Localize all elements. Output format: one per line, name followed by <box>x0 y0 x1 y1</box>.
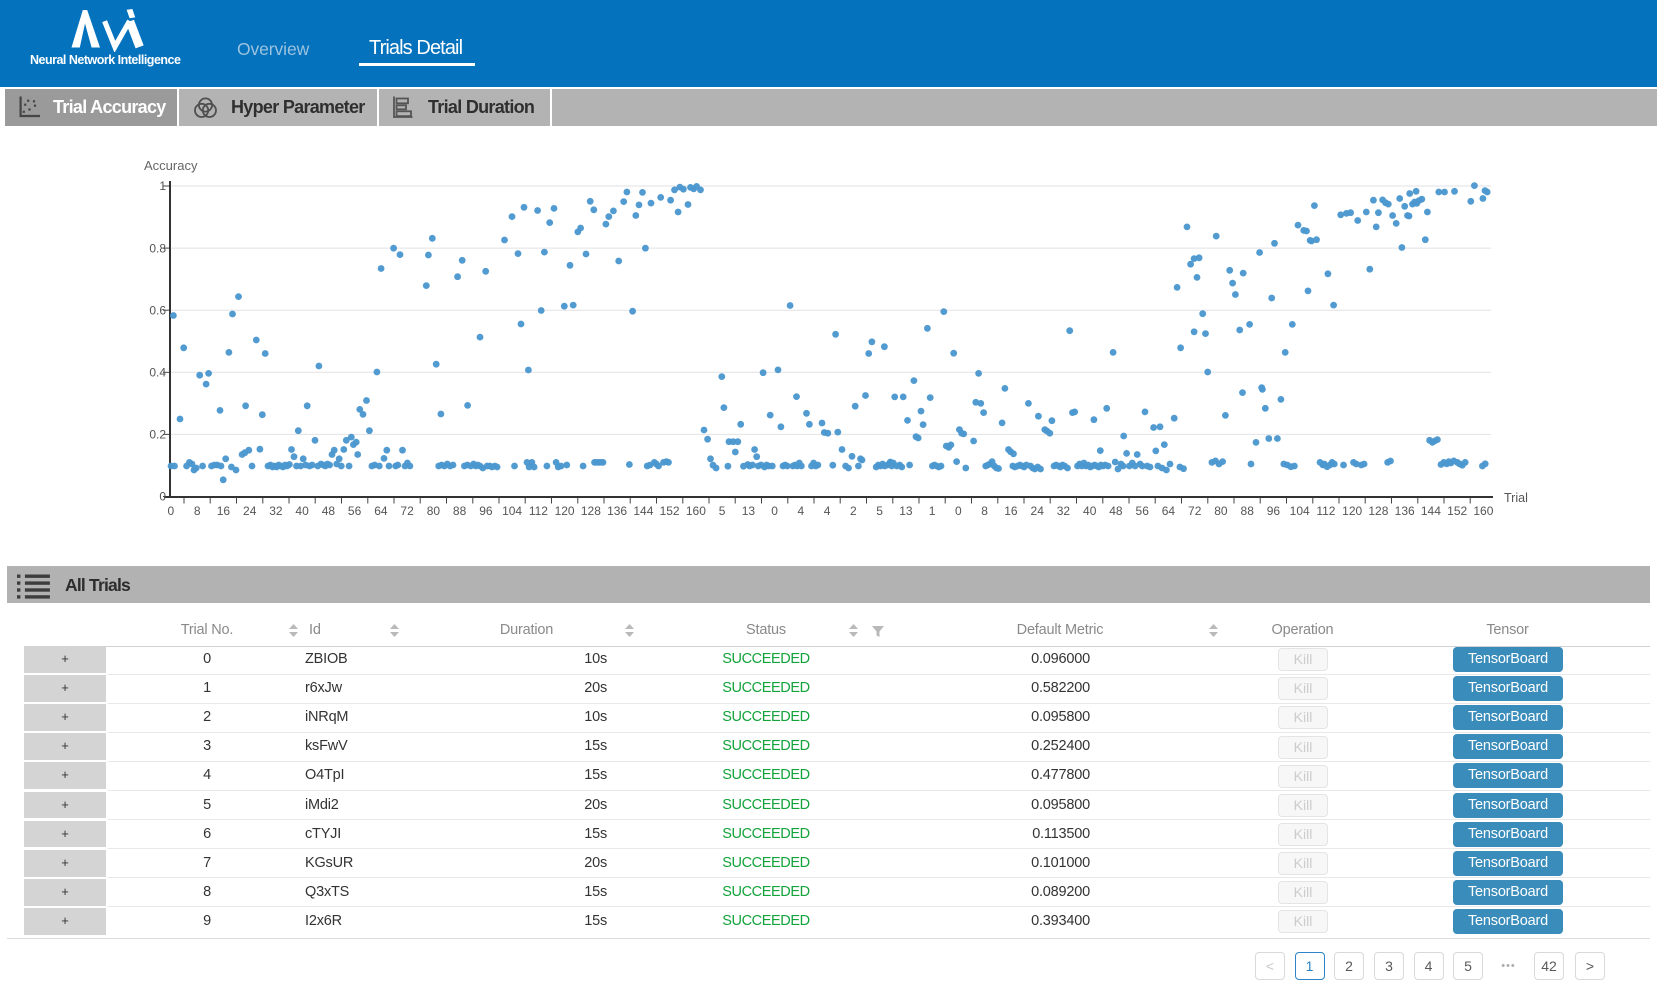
svg-text:8: 8 <box>194 504 201 518</box>
svg-text:128: 128 <box>581 504 601 518</box>
svg-text:1: 1 <box>929 504 936 518</box>
svg-text:0.8: 0.8 <box>149 241 166 255</box>
svg-text:120: 120 <box>555 504 575 518</box>
svg-text:144: 144 <box>1421 504 1441 518</box>
svg-text:1: 1 <box>159 179 166 193</box>
svg-text:80: 80 <box>1214 504 1228 518</box>
svg-text:72: 72 <box>400 504 414 518</box>
svg-text:0: 0 <box>955 504 962 518</box>
svg-text:160: 160 <box>1473 504 1493 518</box>
svg-text:32: 32 <box>269 504 283 518</box>
svg-text:152: 152 <box>1447 504 1467 518</box>
svg-text:64: 64 <box>374 504 388 518</box>
svg-text:13: 13 <box>742 504 756 518</box>
svg-text:88: 88 <box>1241 504 1255 518</box>
svg-text:128: 128 <box>1368 504 1388 518</box>
svg-text:0: 0 <box>168 504 175 518</box>
svg-text:48: 48 <box>322 504 336 518</box>
svg-text:152: 152 <box>660 504 680 518</box>
svg-text:Accuracy: Accuracy <box>144 158 198 173</box>
svg-text:56: 56 <box>348 504 362 518</box>
svg-text:80: 80 <box>427 504 441 518</box>
svg-text:5: 5 <box>876 504 883 518</box>
svg-text:120: 120 <box>1342 504 1362 518</box>
svg-text:16: 16 <box>1004 504 1018 518</box>
svg-text:160: 160 <box>686 504 706 518</box>
svg-text:2: 2 <box>850 504 857 518</box>
svg-text:136: 136 <box>607 504 627 518</box>
svg-text:5: 5 <box>719 504 726 518</box>
svg-text:40: 40 <box>295 504 309 518</box>
svg-text:13: 13 <box>899 504 913 518</box>
svg-text:112: 112 <box>529 504 548 518</box>
svg-text:4: 4 <box>824 504 831 518</box>
svg-text:0: 0 <box>159 490 166 504</box>
svg-text:24: 24 <box>243 504 257 518</box>
svg-text:56: 56 <box>1136 504 1150 518</box>
svg-text:144: 144 <box>633 504 653 518</box>
svg-text:16: 16 <box>217 504 231 518</box>
svg-text:4: 4 <box>798 504 805 518</box>
svg-text:136: 136 <box>1395 504 1415 518</box>
svg-text:104: 104 <box>502 504 522 518</box>
svg-text:112: 112 <box>1316 504 1335 518</box>
svg-text:24: 24 <box>1031 504 1045 518</box>
svg-text:0: 0 <box>771 504 778 518</box>
svg-text:0.6: 0.6 <box>149 303 166 317</box>
svg-text:40: 40 <box>1083 504 1097 518</box>
svg-text:88: 88 <box>453 504 467 518</box>
svg-text:Trial: Trial <box>1504 491 1528 505</box>
svg-text:0.4: 0.4 <box>149 366 166 380</box>
svg-text:48: 48 <box>1109 504 1123 518</box>
svg-text:104: 104 <box>1290 504 1310 518</box>
svg-text:8: 8 <box>981 504 988 518</box>
svg-text:32: 32 <box>1057 504 1071 518</box>
svg-text:72: 72 <box>1188 504 1202 518</box>
svg-text:0.2: 0.2 <box>149 428 166 442</box>
svg-text:96: 96 <box>479 504 493 518</box>
svg-text:64: 64 <box>1162 504 1176 518</box>
svg-text:96: 96 <box>1267 504 1281 518</box>
